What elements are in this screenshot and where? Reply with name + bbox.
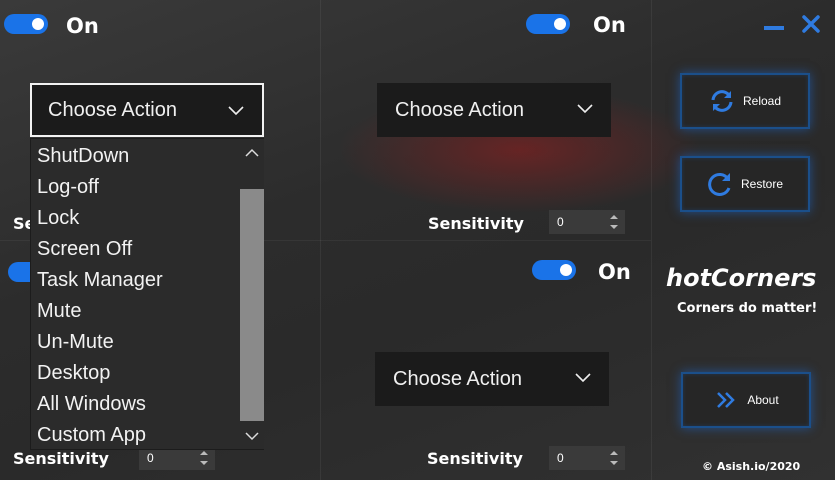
top-right-action-value: Choose Action (395, 98, 524, 121)
bottom-right-sensitivity-label: Sensitivity (427, 449, 523, 468)
copyright: © Asish.io/2020 (702, 460, 801, 473)
close-button[interactable] (801, 14, 821, 34)
toggle-knob (560, 264, 572, 276)
bottom-right-toggle-label: On (598, 260, 631, 284)
double-chevron-right-icon (713, 387, 739, 413)
top-right-action-select[interactable]: Choose Action (377, 83, 611, 137)
top-right-toggle[interactable] (526, 14, 570, 34)
reload-button[interactable]: Reload (680, 73, 810, 129)
dropdown-option[interactable]: Log-off (37, 176, 99, 199)
dropdown-option[interactable]: Un-Mute (37, 331, 114, 354)
action-dropdown-list[interactable]: ShutDown Log-off Lock Screen Off Task Ma… (30, 138, 264, 450)
dropdown-option[interactable]: Mute (37, 300, 81, 323)
top-left-toggle-label: On (66, 14, 99, 38)
dropdown-option[interactable]: Lock (37, 207, 79, 230)
top-right-sensitivity-label: Sensitivity (428, 214, 524, 233)
reload-icon (709, 88, 735, 114)
spin-arrows[interactable] (603, 446, 625, 470)
reload-label: Reload (742, 94, 782, 108)
bottom-right-sensitivity-value: 0 (557, 451, 564, 465)
bottom-left-sensitivity-label: Sensitivity (13, 449, 109, 468)
top-left-action-value: Choose Action (48, 98, 177, 121)
divider-right (651, 0, 652, 480)
top-right-toggle-label: On (593, 13, 626, 37)
app-title: hotCorners (666, 264, 817, 292)
dropdown-option[interactable]: Custom App (37, 424, 146, 447)
top-left-action-select[interactable]: Choose Action (30, 83, 264, 137)
chevron-down-icon (577, 104, 593, 114)
chevron-down-icon (228, 106, 244, 116)
chevron-down-icon (575, 373, 591, 383)
close-icon (802, 15, 820, 33)
about-button[interactable]: About (681, 372, 811, 428)
top-right-sensitivity-value: 0 (557, 215, 564, 229)
top-right-sensitivity-input[interactable]: 0 (549, 210, 625, 234)
chevron-down-icon (245, 432, 259, 441)
app-tagline: Corners do matter! (677, 301, 818, 316)
minimize-button[interactable] (764, 20, 786, 30)
dropdown-scrollbar-thumb[interactable] (240, 189, 264, 421)
bottom-left-sensitivity-value: 0 (147, 451, 154, 465)
dropdown-option[interactable]: All Windows (37, 393, 146, 416)
top-left-toggle[interactable] (4, 14, 48, 34)
dropdown-option[interactable]: Task Manager (37, 269, 163, 292)
minimize-icon (764, 26, 784, 30)
toggle-knob (32, 18, 44, 30)
toggle-knob (554, 18, 566, 30)
bottom-right-action-select[interactable]: Choose Action (375, 352, 609, 406)
bottom-right-toggle[interactable] (532, 260, 576, 280)
chevron-up-icon (245, 148, 259, 157)
restore-icon (707, 171, 733, 197)
restore-button[interactable]: Restore (680, 156, 810, 212)
about-label: About (747, 393, 779, 407)
dropdown-option[interactable]: ShutDown (37, 145, 129, 168)
bottom-right-action-value: Choose Action (393, 367, 522, 390)
dropdown-option[interactable]: Desktop (37, 362, 110, 385)
dropdown-option[interactable]: Screen Off (37, 238, 132, 261)
scroll-down-button[interactable] (240, 424, 264, 448)
spin-arrows[interactable] (603, 210, 625, 234)
bottom-right-sensitivity-input[interactable]: 0 (549, 446, 625, 470)
restore-label: Restore (740, 177, 784, 191)
scroll-up-button[interactable] (240, 141, 264, 165)
